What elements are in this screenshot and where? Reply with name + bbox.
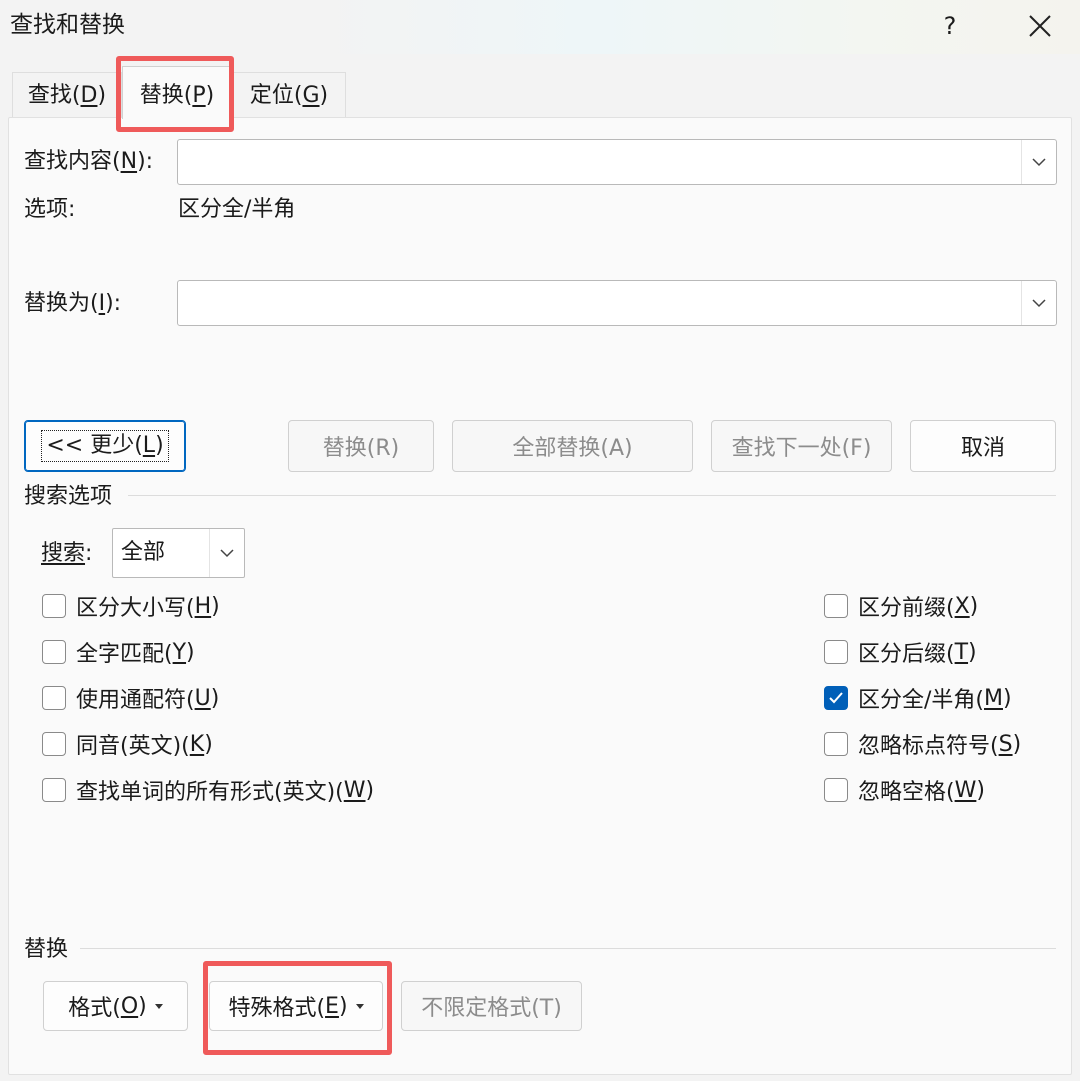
checkbox-sounds-like[interactable]: 同音(英文)(K) <box>42 728 213 760</box>
divider <box>128 495 1056 496</box>
find-label: 查找内容(N): <box>24 149 154 174</box>
checkbox-box[interactable] <box>42 686 66 710</box>
checkbox-wildcards[interactable]: 使用通配符(U) <box>42 682 219 714</box>
no-formatting-button[interactable]: 不限定格式(T) <box>401 981 582 1031</box>
help-button[interactable]: ? <box>928 6 972 46</box>
checkbox-ignore-whitespace[interactable]: 忽略空格(W) <box>824 774 985 806</box>
title-bar <box>0 0 1080 54</box>
replace-section-heading: 替换 <box>24 937 69 962</box>
close-button[interactable] <box>1016 6 1064 46</box>
replace-label: 替换为(I): <box>24 291 122 316</box>
special-format-highlight <box>203 961 392 1055</box>
checkbox-box[interactable] <box>42 594 66 618</box>
search-direction-select[interactable]: 全部 <box>112 528 245 578</box>
checkbox-box[interactable] <box>824 640 848 664</box>
cancel-button[interactable]: 取消 <box>910 420 1056 472</box>
replace-dropdown-button[interactable] <box>1021 281 1056 325</box>
divider <box>80 948 1056 949</box>
checkbox-box[interactable] <box>824 778 848 802</box>
find-dropdown-button[interactable] <box>1021 140 1056 184</box>
chevron-down-icon <box>220 549 234 558</box>
checkbox-ignore-punctuation[interactable]: 忽略标点符号(S) <box>824 728 1021 760</box>
format-button[interactable]: 格式(O) <box>43 981 188 1031</box>
search-direction-dropdown[interactable] <box>209 529 244 577</box>
search-direction-label: 搜索: <box>41 541 93 566</box>
help-icon: ? <box>943 12 957 40</box>
caret-down-icon <box>154 1003 163 1009</box>
less-button[interactable]: << 更少(L) <box>24 420 186 472</box>
checkbox-whole-word[interactable]: 全字匹配(Y) <box>42 636 195 668</box>
close-icon <box>1029 15 1051 37</box>
replace-all-button[interactable]: 全部替换(A) <box>452 420 693 472</box>
find-next-button[interactable]: 查找下一处(F) <box>711 420 892 472</box>
tab-find[interactable]: 查找(D) <box>12 72 122 118</box>
window-title: 查找和替换 <box>10 12 125 38</box>
checkbox-match-width[interactable]: 区分全/半角(M) <box>824 682 1012 714</box>
checkbox-box[interactable] <box>42 732 66 756</box>
replace-button[interactable]: 替换(R) <box>288 420 434 472</box>
search-direction-value: 全部 <box>121 540 166 565</box>
options-label: 选项: <box>24 197 76 222</box>
tab-replace-highlight <box>116 56 234 132</box>
search-options-heading: 搜索选项 <box>24 484 113 509</box>
chevron-down-icon <box>1032 158 1046 167</box>
checkbox-match-case[interactable]: 区分大小写(H) <box>42 590 220 622</box>
checkbox-box[interactable] <box>42 778 66 802</box>
checkbox-box[interactable] <box>824 732 848 756</box>
checkbox-match-prefix[interactable]: 区分前缀(X) <box>824 590 978 622</box>
checkbox-box[interactable] <box>824 594 848 618</box>
checkbox-box-checked[interactable] <box>824 686 848 710</box>
checkbox-box[interactable] <box>42 640 66 664</box>
replace-combobox[interactable] <box>177 280 1057 326</box>
checkbox-all-word-forms[interactable]: 查找单词的所有形式(英文)(W) <box>42 774 374 806</box>
chevron-down-icon <box>1032 299 1046 308</box>
options-value: 区分全/半角 <box>178 197 296 222</box>
checkbox-match-suffix[interactable]: 区分后缀(T) <box>824 636 977 668</box>
check-icon <box>829 692 843 704</box>
tab-goto[interactable]: 定位(G) <box>232 72 346 118</box>
find-combobox[interactable] <box>177 139 1057 185</box>
